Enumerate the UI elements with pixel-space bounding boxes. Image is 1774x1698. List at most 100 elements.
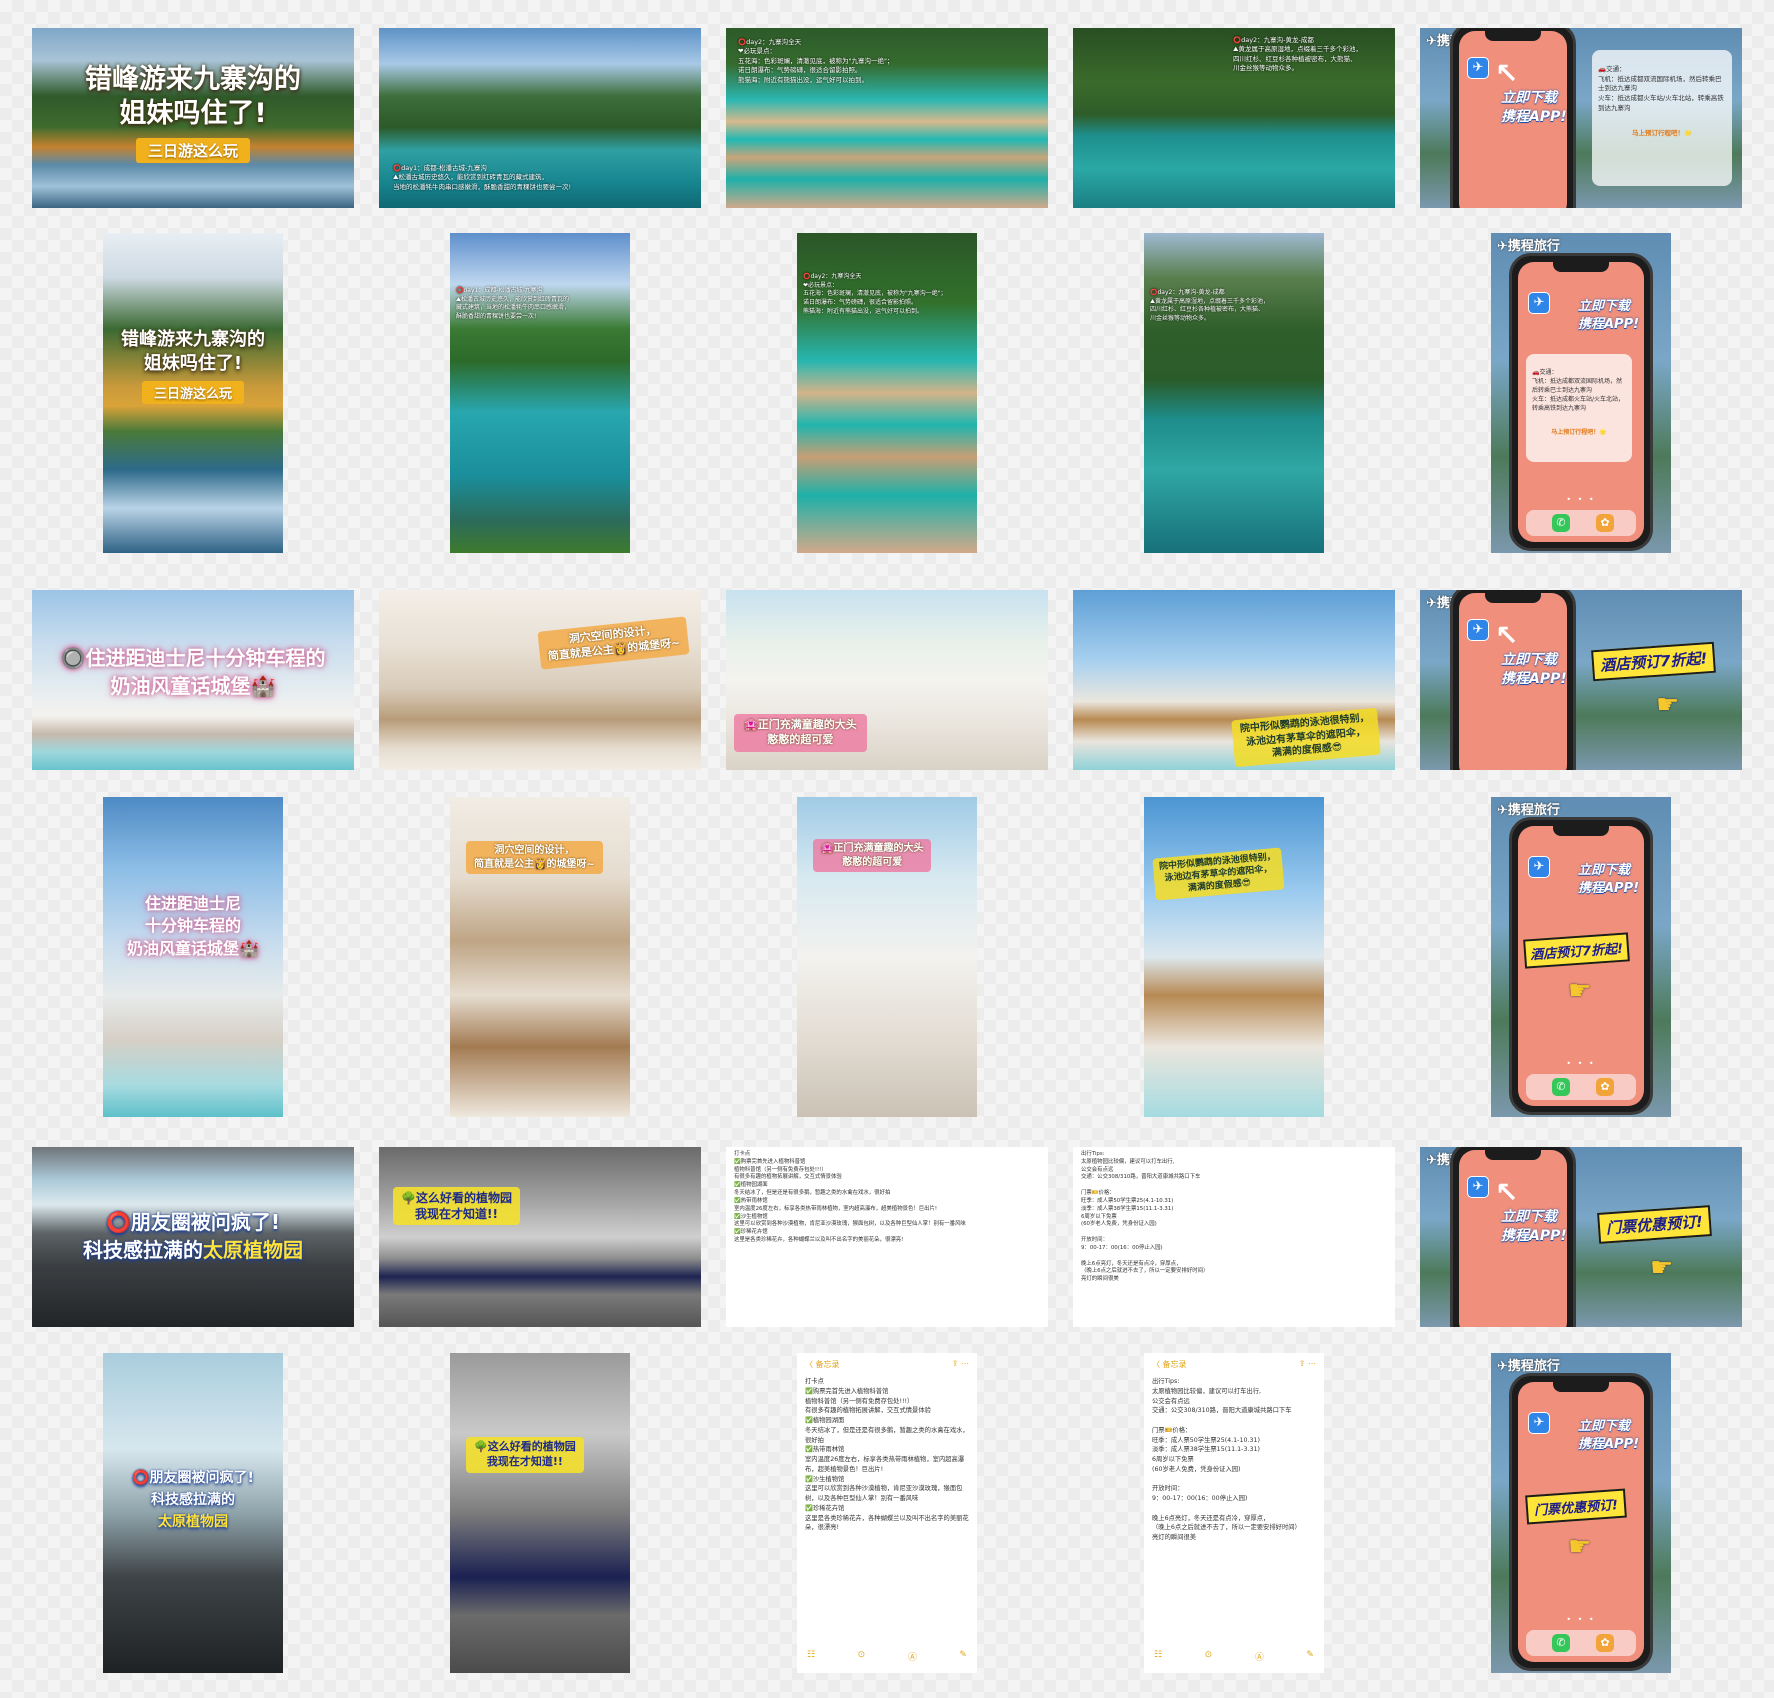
castle-cave-card[interactable]: 洞穴空间的设计， 简直就是公主👸的城堡呀~ <box>379 590 701 770</box>
castle-dome-card-portrait[interactable]: 🏩正门充满童趣的大头 憨憨的超可爱 <box>797 797 977 1117</box>
notes-checkin-card-portrait[interactable]: 〈 备忘录 ⇪ ⋯ 打卡点 ✅购票完首先进入植物科普馆 植物科普馆（另一侧有免费存… <box>797 1353 977 1673</box>
photos-icon[interactable]: ✿ <box>1596 1634 1614 1652</box>
notes-back-button[interactable]: 〈 备忘录 <box>805 1360 840 1369</box>
ticket-discount-ribbon[interactable]: 门票优惠预订! <box>1597 1205 1712 1244</box>
jiuzhaigou-title-card[interactable]: 错峰游来九寨沟的 姐妹吗住了! 三日游这么玩 <box>32 28 354 208</box>
plant-title-line2-prefix: 科技感拉满的 <box>83 1238 203 1262</box>
castle-title-card-portrait[interactable]: 住进距迪士尼 十分钟车程的 奶油风童话城堡🏰 <box>103 797 283 1117</box>
card-title-line2: 姐妹吗住了! <box>119 98 267 129</box>
notes-tips-card[interactable]: 出行Tips: 太原植物园比较偏，建议可以打车出行, 公交会有点远 交通：公交3… <box>1073 1147 1395 1327</box>
notes-tips-card-portrait[interactable]: 〈 备忘录 ⇪ ⋯ 出行Tips: 太原植物园比较偏，建议可以打车出行, 公交会有… <box>1144 1353 1324 1673</box>
checkin-notes-text: 打卡点 ✅购票完首先进入植物科普馆 植物科普馆（另一侧有免费存包处!!!） 有很… <box>805 1378 969 1532</box>
plant-garden-card-portrait[interactable]: 🌳这么好看的植物园 我现在才知道!! <box>450 1353 630 1673</box>
share-icon[interactable]: ⇪ ⋯ <box>952 1359 969 1368</box>
castle-title-card[interactable]: 🔘住进距迪士尼十分钟车程的 奶油风童话城堡🏰 <box>32 590 354 770</box>
phone-call-icon[interactable]: ✆ <box>1552 1078 1570 1096</box>
jiuzhaigou-title-card-portrait[interactable]: 错峰游来九寨沟的 姐妹吗住了! 三日游这么玩 <box>103 233 283 553</box>
hotel-discount-ribbon[interactable]: 酒店预订7折起! <box>1591 641 1717 682</box>
jiuzhaigou-day2-card[interactable]: ⭕day2：九寨沟全天 ❤必玩景点： 五花海：色彩斑斓，清澈见底，被称为"九寨沟… <box>726 28 1048 208</box>
ctrip-app-icon[interactable]: ✈ <box>1467 1176 1489 1198</box>
pointer-cursor-icon: ☛ <box>1656 690 1680 720</box>
hotel-discount-ribbon[interactable]: 酒店预订7折起! <box>1523 932 1630 969</box>
download-app-text[interactable]: 立即下载 携程APP! <box>1501 651 1567 689</box>
ctrip-ad-ticket-landscape[interactable]: ✈携程旅行 ✈ ↖ 立即下载 携程APP! 门票优惠预订! ☛ <box>1420 1147 1742 1327</box>
phone-frame: ✈ 立即下载 携程APP! 酒店预订7折起! ☛ • • • ✆ ✿ <box>1509 817 1653 1115</box>
download-app-text[interactable]: 立即下载 携程APP! <box>1501 89 1567 127</box>
ctrip-ad-hotel-portrait[interactable]: ✈携程旅行 ✈ 立即下载 携程APP! 酒店预订7折起! ☛ • • • ✆ ✿ <box>1491 797 1671 1117</box>
photos-icon[interactable]: ✿ <box>1596 514 1614 532</box>
camera-icon[interactable]: ⊙ <box>1205 1650 1213 1663</box>
notes-checkin-card[interactable]: 打卡点 ✅购票完首先进入植物科普馆 植物科普馆（另一侧有免费存包处!!!） 有很… <box>726 1147 1048 1327</box>
notes-header: 〈 备忘录 ⇪ ⋯ <box>805 1359 969 1373</box>
ctrip-app-icon[interactable]: ✈ <box>1528 292 1550 314</box>
three-day-pill: 三日游这么玩 <box>141 381 245 404</box>
notes-header: 〈 备忘录 ⇪ ⋯ <box>1152 1359 1316 1373</box>
ctrip-brand-logo: ✈携程旅行 <box>1497 239 1560 254</box>
jiuzhaigou-day3-card-portrait[interactable]: ⭕day2：九寨沟-黄龙-成都 ⛰黄龙属于高原湿地，点缀着三千多个彩池， 四川红… <box>1144 233 1324 553</box>
ctrip-brand-logo: ✈携程旅行 <box>1497 1359 1560 1374</box>
plant-title-highlight: 太原植物园 <box>158 1514 228 1530</box>
pointer-cursor-icon: ☛ <box>1568 1532 1592 1562</box>
plant-garden-card[interactable]: 🌳这么好看的植物园 我现在才知道!! <box>379 1147 701 1327</box>
phone-call-icon[interactable]: ✆ <box>1552 1634 1570 1652</box>
compose-icon[interactable]: ✎ <box>959 1650 967 1663</box>
castle-pool-card[interactable]: 院中形似鹦鹉的泳池很特别， 泳池边有茅草伞的遮阳伞， 满满的度假感😎 <box>1073 590 1395 770</box>
castle-dome-card[interactable]: 🏩正门充满童趣的大头 憨憨的超可爱 <box>726 590 1048 770</box>
markup-icon[interactable]: Ⓐ <box>1255 1650 1264 1663</box>
download-app-text[interactable]: 立即下载 携程APP! <box>1578 1418 1639 1453</box>
phone-notch <box>1485 31 1541 41</box>
ticket-discount-ribbon[interactable]: 门票优惠预订! <box>1525 1488 1627 1525</box>
download-app-text[interactable]: 立即下载 携程APP! <box>1578 298 1639 333</box>
markup-icon[interactable]: Ⓐ <box>908 1650 917 1663</box>
phone-frame: ✈ ↖ 立即下载 携程APP! <box>1450 590 1576 770</box>
share-icon[interactable]: ⇪ ⋯ <box>1299 1359 1316 1368</box>
cave-caption: 洞穴空间的设计， 简直就是公主👸的城堡呀~ <box>537 616 690 670</box>
book-now-link[interactable]: 马上预订行程吧！🌟 <box>1532 428 1626 437</box>
phone-notch <box>1553 826 1609 836</box>
notes-toolbar: ☷ ⊙ Ⓐ ✎ <box>807 1650 967 1663</box>
plant-title-line1: ⭕朋友圈被问疯了! <box>105 1210 281 1234</box>
phone-notch <box>1553 262 1609 272</box>
phone-frame: ✈ 立即下载 携程APP! 门票优惠预订! ☛ • • • ✆ ✿ <box>1509 1373 1653 1671</box>
day3-caption: ⭕day2：九寨沟-黄龙-成都 ⛰黄龙属于高原湿地，点缀着三千多个彩池， 四川红… <box>1150 289 1270 323</box>
castle-pool-card-portrait[interactable]: 院中形似鹦鹉的泳池很特别， 泳池边有茅草伞的遮阳伞， 满满的度假感😎 <box>1144 797 1324 1117</box>
phone-screen: ✈ 立即下载 携程APP! 🚗交通： 飞机：抵达成都双流国际机场，然后转乘巴士到… <box>1518 262 1644 542</box>
checklist-icon[interactable]: ☷ <box>1154 1650 1162 1663</box>
tips-notes-text: 出行Tips: 太原植物园比较偏，建议可以打车出行, 公交会有点远 交通：公交3… <box>1081 1151 1209 1283</box>
castle-cave-card-portrait[interactable]: 洞穴空间的设计， 简直就是公主👸的城堡呀~ <box>450 797 630 1117</box>
download-app-text[interactable]: 立即下载 携程APP! <box>1501 1208 1567 1246</box>
plant-title-card-portrait[interactable]: ⭕朋友圈被问疯了! 科技感拉满的 太原植物园 <box>103 1353 283 1673</box>
ctrip-ad-transport-portrait[interactable]: ✈携程旅行 ✈ 立即下载 携程APP! 🚗交通： 飞机：抵达成都双流国际机场，然… <box>1491 233 1671 553</box>
download-app-text[interactable]: 立即下载 携程APP! <box>1578 862 1639 897</box>
notes-toolbar: ☷ ⊙ Ⓐ ✎ <box>1154 1650 1314 1663</box>
transport-info: 🚗交通： 飞机：抵达成都双流国际机场，然后转乘巴士到达九寨沟 火车：抵达成都火车… <box>1532 369 1625 412</box>
ctrip-ad-hotel-landscape[interactable]: ✈携程旅行 ✈ ↖ 立即下载 携程APP! 酒店预订7折起! ☛ <box>1420 590 1742 770</box>
garden-caption: 🌳这么好看的植物园 我现在才知道!! <box>393 1187 520 1226</box>
ctrip-app-icon[interactable]: ✈ <box>1467 619 1489 641</box>
ctrip-app-icon[interactable]: ✈ <box>1528 856 1550 878</box>
photos-icon[interactable]: ✿ <box>1596 1078 1614 1096</box>
phone-call-icon[interactable]: ✆ <box>1552 514 1570 532</box>
jiuzhaigou-day3-card[interactable]: ⭕day2：九寨沟-黄龙-成都 ⛰黄龙属于高原湿地，点缀着三千多个彩池， 四川红… <box>1073 28 1395 208</box>
ctrip-app-icon[interactable]: ✈ <box>1467 57 1489 79</box>
plant-title-card[interactable]: ⭕朋友圈被问疯了! 科技感拉满的太原植物园 <box>32 1147 354 1327</box>
ctrip-app-icon[interactable]: ✈ <box>1528 1412 1550 1434</box>
notes-back-button[interactable]: 〈 备忘录 <box>1152 1360 1187 1369</box>
jiuzhaigou-day2-card-portrait[interactable]: ⭕day2：九寨沟全天 ❤必玩景点： 五花海：色彩斑斓，清澈见底，被称为"九寨沟… <box>797 233 977 553</box>
jiuzhaigou-day1-card[interactable]: ⭕day1：成都-松潘古城-九寨沟 ⛰松潘古城历史悠久，能欣赏到红砖青瓦的藏式建… <box>379 28 701 208</box>
phone-dock: ✆ ✿ <box>1526 510 1636 536</box>
compose-icon[interactable]: ✎ <box>1306 1650 1314 1663</box>
jiuzhaigou-day1-card-portrait[interactable]: ⭕day1：成都-松潘古城-九寨沟 ⛰松潘古城历史悠久，能欣赏到红砖青瓦的 藏式… <box>450 233 630 553</box>
castle-title-text: 🔘住进距迪士尼十分钟车程的 奶油风童话城堡🏰 <box>60 646 326 698</box>
page-dots: • • • <box>1566 1615 1596 1624</box>
camera-icon[interactable]: ⊙ <box>858 1650 866 1663</box>
tips-notes-text: 出行Tips: 太原植物园比较偏，建议可以打车出行, 公交会有点远 交通：公交3… <box>1152 1378 1301 1541</box>
checklist-icon[interactable]: ☷ <box>807 1650 815 1663</box>
phone-screen: ✈ ↖ 立即下载 携程APP! <box>1459 31 1567 208</box>
phone-dock: ✆ ✿ <box>1526 1630 1636 1656</box>
three-day-pill: 三日游这么玩 <box>135 138 251 163</box>
ctrip-ad-transport-landscape[interactable]: ✈携程旅行 ✈ ↖ 立即下载 携程APP! 🚗交通： 飞机：抵达成都双流国际机场… <box>1420 28 1742 208</box>
transport-info-card: 🚗交通： 飞机：抵达成都双流国际机场，然后转乘巴士到达九寨沟 火车：抵达成都火车… <box>1526 354 1632 462</box>
book-now-link[interactable]: 马上预订行程吧！🌟 <box>1598 129 1726 139</box>
ctrip-ad-ticket-portrait[interactable]: ✈携程旅行 ✈ 立即下载 携程APP! 门票优惠预订! ☛ • • • ✆ ✿ <box>1491 1353 1671 1673</box>
